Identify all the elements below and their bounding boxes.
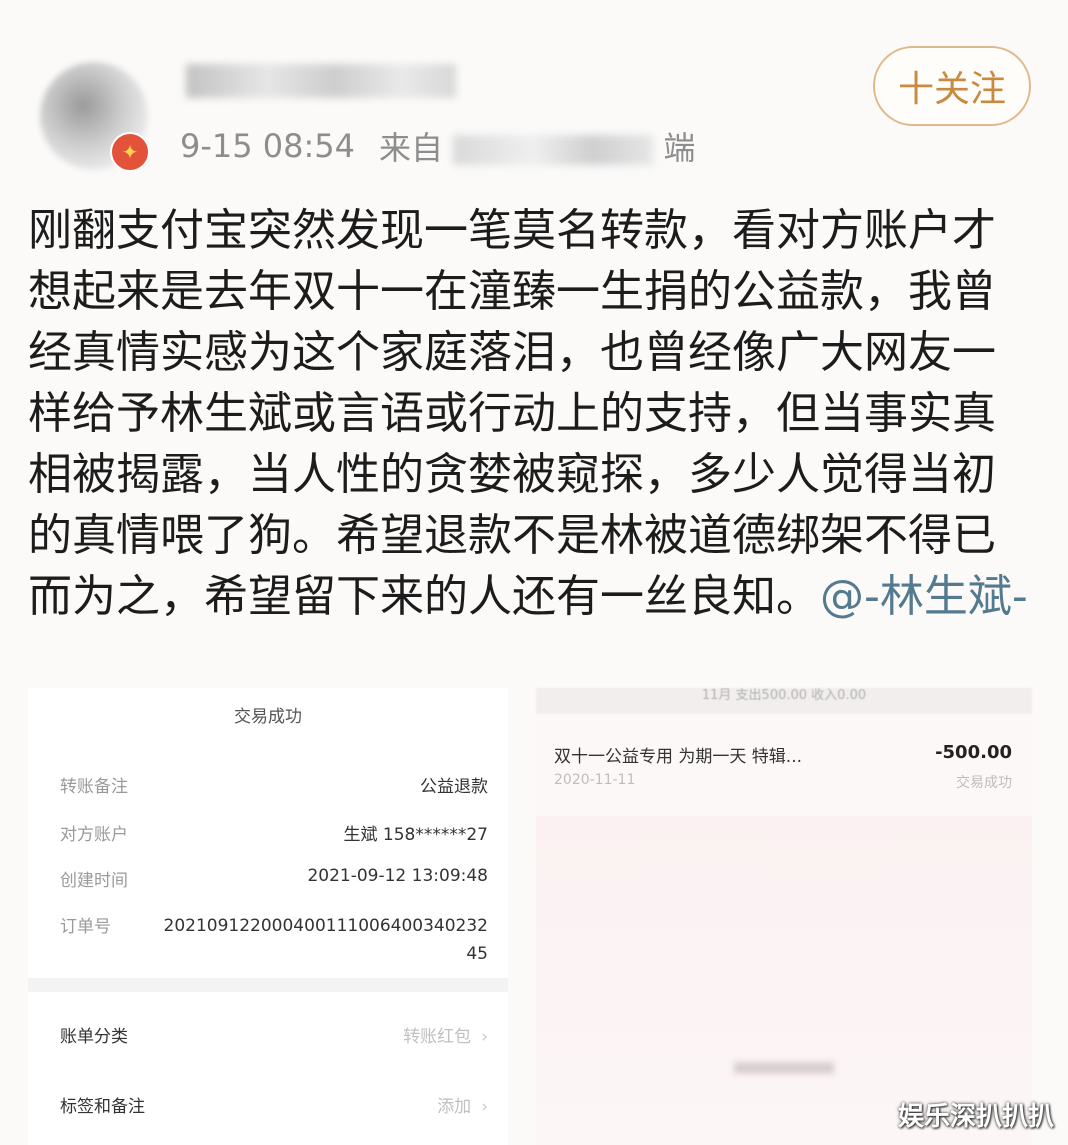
username-blurred[interactable] [186, 64, 456, 98]
chevron-right-icon: › [481, 1027, 488, 1047]
bill-item-status: 交易成功 [956, 775, 1012, 791]
attached-image-bill-list[interactable]: 11月 支出500.00 收入0.00 双十一公益专用 为期一天 特辑... -… [536, 688, 1032, 1145]
bill-item-date: 2020-11-11 [554, 772, 636, 788]
post-time: 9-15 08:54 [180, 127, 356, 165]
section-divider [28, 978, 508, 992]
chevron-right-icon: › [481, 1097, 488, 1117]
post-source: 来自 端 [379, 129, 696, 167]
attached-image-transaction-detail[interactable]: 交易成功 转账备注 公益退款 对方账户 生斌 158******27 创建时间 … [28, 688, 508, 1145]
follow-button[interactable]: 十关注 [873, 46, 1031, 126]
verified-badge-icon: ✦ [110, 132, 150, 172]
transaction-title: 交易成功 [234, 707, 302, 727]
bill-item-title: 双十一公益专用 为期一天 特辑... [554, 747, 803, 767]
weibo-post-card: ✦ 9-15 08:54 来自 端 十关注 刚翻支付宝突然发现一笔莫名转款，看对… [0, 0, 1068, 1145]
post-text: 刚翻支付宝突然发现一笔莫名转款，看对方账户才想起来是去年双十一在潼臻一生捐的公益… [28, 205, 1028, 622]
post-meta: 9-15 08:54 来自 端 [180, 124, 695, 168]
source-device-blurred [453, 135, 654, 165]
bill-item-amount: -500.00 [935, 742, 1012, 763]
watermark: 娱乐深扒扒扒 [897, 1102, 1054, 1132]
mention-link[interactable]: @-林生斌- [820, 571, 1028, 622]
month-summary: 11月 支出500.00 收入0.00 [536, 688, 1032, 714]
blurred-text [734, 1062, 834, 1074]
